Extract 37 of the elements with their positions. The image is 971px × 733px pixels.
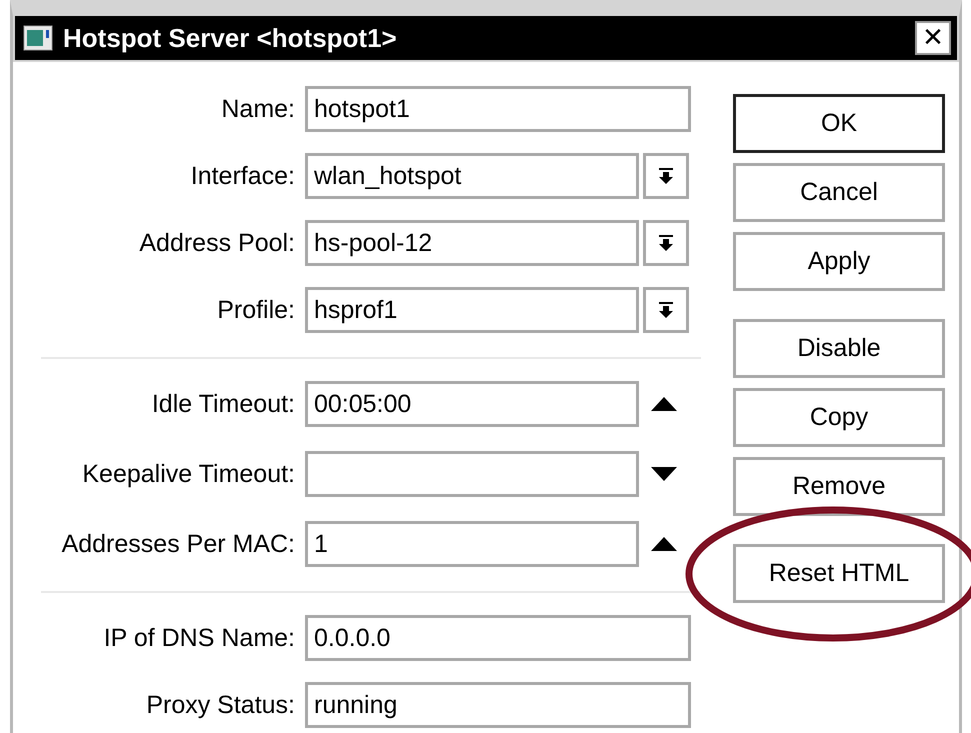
input-field[interactable]: hotspot1 [305, 86, 691, 132]
field-label: IP of DNS Name: [102, 624, 296, 652]
dropdown-arrow-icon [656, 300, 676, 320]
window-title: Hotspot Server <hotspot1> [63, 22, 398, 54]
field-label: Addresses Per MAC: [60, 530, 296, 558]
field-label: Keepalive Timeout: [81, 460, 296, 488]
dropdown-field[interactable]: hsprof1 [305, 287, 639, 333]
dropdown-arrow-icon [656, 166, 676, 186]
field-label: Idle Timeout: [150, 390, 296, 418]
dialog-button[interactable]: Disable [733, 319, 945, 378]
window-icon [23, 25, 53, 51]
up-arrow-icon[interactable] [651, 397, 677, 411]
dropdown-button[interactable] [643, 287, 689, 333]
dropdown-button[interactable] [643, 153, 689, 199]
dialog-button[interactable]: OK [733, 94, 945, 153]
input-field[interactable]: 1 [305, 521, 639, 567]
field-label: Address Pool: [138, 228, 296, 258]
dropdown-field[interactable]: wlan_hotspot [305, 153, 639, 199]
field-label: Interface: [190, 162, 296, 190]
dialog-button[interactable]: Remove [733, 457, 945, 516]
dialog-button[interactable]: Reset HTML [733, 544, 945, 603]
dialog-button[interactable]: Cancel [733, 163, 945, 222]
dialog-button[interactable]: Apply [733, 232, 945, 291]
input-field[interactable]: running [305, 682, 691, 728]
dropdown-button[interactable] [643, 220, 689, 266]
field-label: Name: [220, 94, 296, 124]
down-arrow-icon[interactable] [651, 467, 677, 481]
dropdown-arrow-icon [656, 233, 676, 253]
field-label: Proxy Status: [145, 690, 296, 720]
field-label: Profile: [216, 296, 296, 324]
input-field[interactable]: 00:05:00 [305, 381, 639, 427]
close-button[interactable]: ✕ [915, 21, 951, 55]
dropdown-field[interactable]: hs-pool-12 [305, 220, 639, 266]
input-field[interactable]: 0.0.0.0 [305, 615, 691, 661]
up-arrow-icon[interactable] [651, 537, 677, 551]
input-field[interactable] [305, 451, 639, 497]
dialog-button[interactable]: Copy [733, 388, 945, 447]
